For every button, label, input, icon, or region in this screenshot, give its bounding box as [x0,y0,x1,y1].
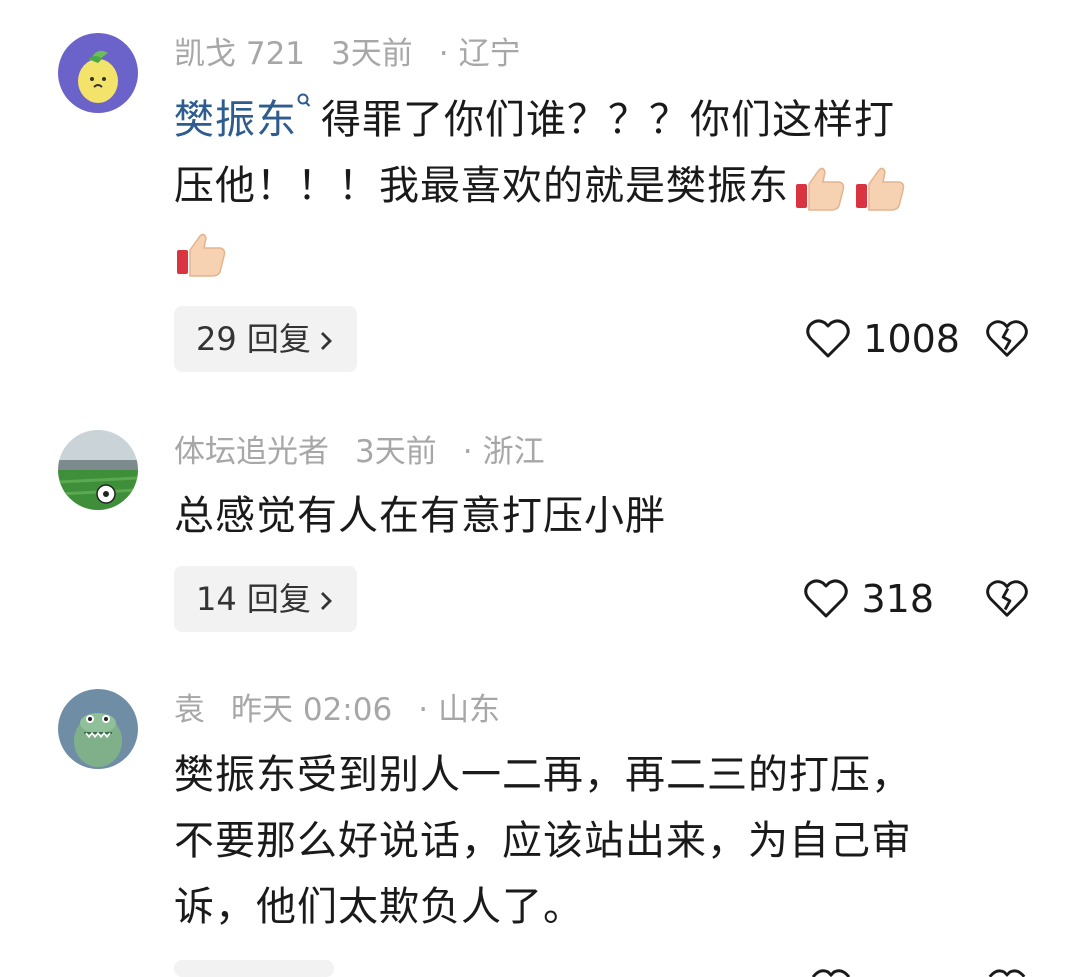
thumbs-up-icon [177,233,226,277]
broken-heart-icon[interactable] [985,968,1029,977]
heart-icon [804,579,849,618]
replies-button-partial[interactable] [174,960,334,977]
user-avatar[interactable] [58,33,138,113]
comment-location: 辽宁 [458,36,521,72]
like-count: 1008 [863,317,960,361]
comment-text-line: 总感觉有人在有意打压小胖 [174,493,666,539]
chevron-right-icon [320,592,332,610]
heart-icon[interactable] [808,968,854,977]
comment-time: 3天前 [331,36,413,72]
like-count: 318 [861,577,934,621]
comment-text: 樊振东受到别人一二再，再二三的打压， 不要那么好说话，应该站出来，为自己审 诉，… [174,742,1034,940]
heart-icon [806,319,851,358]
comment-location: 浙江 [482,434,545,470]
comment-meta: 凯戈 721 3天前 · 辽宁 [174,34,547,74]
username[interactable]: 体坛追光者 [174,434,329,470]
comment-time: 昨天 02:06 [231,692,393,728]
lemon-avatar-icon [58,33,138,113]
separator: · [418,692,429,728]
like-button[interactable]: 1008 [805,314,960,364]
comment-time: 3天前 [355,434,437,470]
comment-text: 总感觉有人在有意打压小胖 [174,483,1034,549]
comment-text-line: 得罪了你们谁？？？你们这样打 [321,97,895,143]
broken-heart-icon[interactable] [985,577,1029,621]
stadium-avatar-icon [58,430,138,510]
replies-button[interactable]: 14 回复 [174,566,357,632]
comment-location: 山东 [438,692,501,728]
comment-meta: 体坛追光者 3天前 · 浙江 [174,432,571,472]
thumbs-up-icon [856,167,905,211]
comment-text-line: 压他！！！我最喜欢的就是樊振东 [174,163,789,209]
thumbs-up-icon [796,167,845,211]
replies-button[interactable]: 29 回复 [174,306,357,372]
username[interactable]: 袁 [174,692,205,728]
comment-text-line: 樊振东受到别人一二再，再二三的打压， [174,752,912,798]
crocodile-avatar-icon [58,689,138,769]
separator: · [462,434,473,470]
search-icon[interactable] [297,93,311,113]
comment-meta: 袁昨天 02:06 · 山东 [174,690,526,730]
user-avatar[interactable] [58,430,138,510]
user-avatar[interactable] [58,689,138,769]
comment-text: 樊振东 得罪了你们谁？？？你们这样打 压他！！！我最喜欢的就是樊振东 [174,87,1034,285]
chevron-right-icon [320,332,332,350]
replies-label: 29 回复 [196,320,311,358]
comment-text-line: 诉，他们太欺负人了。 [174,884,584,930]
separator: · [438,36,449,72]
like-button[interactable]: 318 [803,574,934,624]
username[interactable]: 凯戈 721 [174,36,305,72]
replies-label: 14 回复 [196,580,311,618]
mention-link[interactable]: 樊振东 [174,97,297,143]
broken-heart-icon[interactable] [985,317,1029,361]
comment-text-line: 不要那么好说话，应该站出来，为自己审 [174,818,912,864]
